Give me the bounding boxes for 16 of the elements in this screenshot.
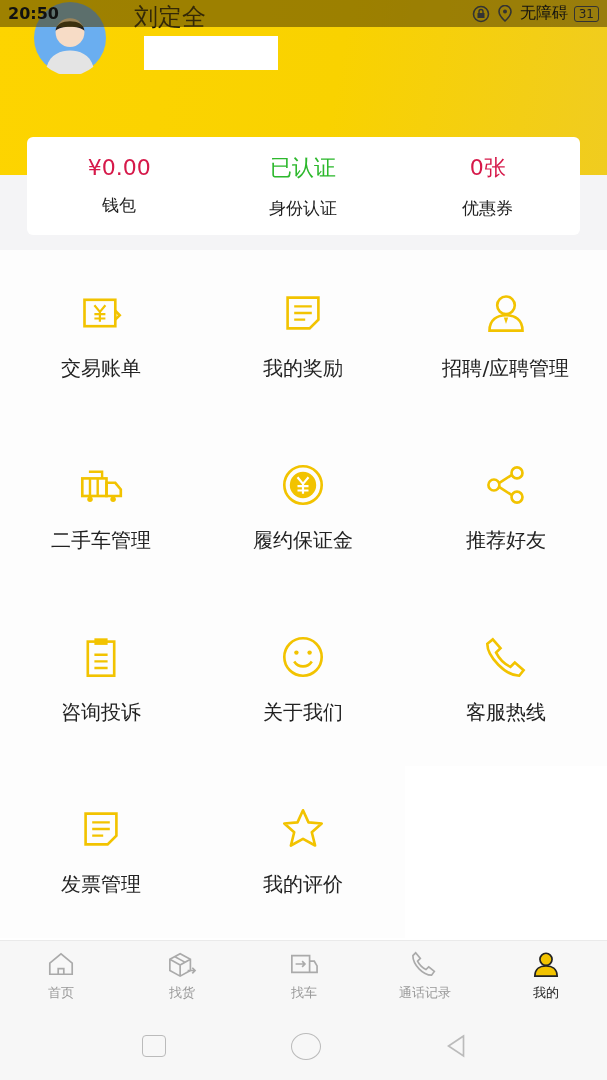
location-icon: [495, 4, 514, 23]
recents-button[interactable]: [141, 1035, 166, 1057]
summary-label: 身份认证: [269, 196, 338, 220]
lock-icon: [471, 4, 490, 23]
status-text: 无障碍: [519, 3, 568, 24]
battery-indicator: 31: [573, 5, 599, 22]
package-icon: [167, 950, 198, 978]
back-button[interactable]: [445, 1034, 466, 1058]
summary-value[interactable]: 0张: [469, 152, 506, 183]
summary-value[interactable]: ¥0.00: [87, 155, 151, 180]
user-name: 刘定全: [134, 2, 207, 32]
coin-icon: [281, 462, 326, 507]
smiley-icon: [281, 634, 326, 679]
summary-label: 优惠券: [462, 196, 514, 220]
summary-label: 钱包: [102, 194, 137, 217]
tab[interactable]: 我的: [485, 941, 607, 1011]
